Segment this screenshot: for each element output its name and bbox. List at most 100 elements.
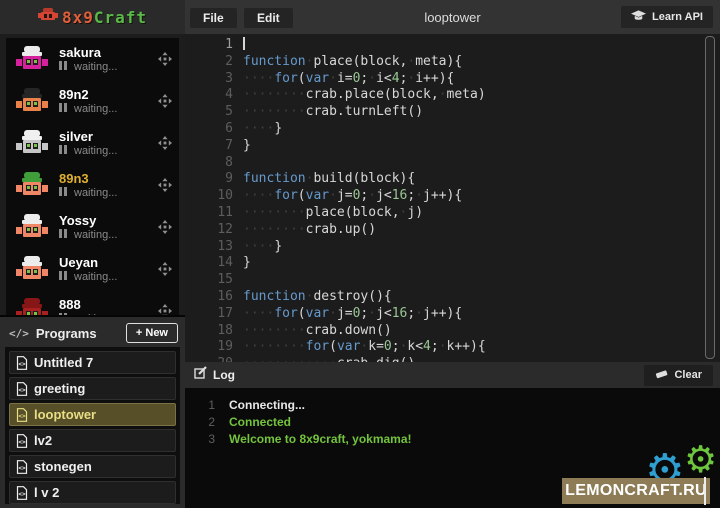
file-menu-button[interactable]: File <box>190 8 237 28</box>
line-number: 18 <box>185 323 233 340</box>
player-row[interactable]: 89n2waiting... <box>6 80 179 122</box>
programs-title: Programs <box>36 326 126 341</box>
move-arrows-icon[interactable] <box>157 136 173 150</box>
line-number-gutter: 1234567891011121314151617181920 <box>185 37 233 362</box>
player-name: 888 <box>59 297 157 312</box>
code-token: ········ <box>243 323 306 338</box>
move-arrows-icon[interactable] <box>157 304 173 315</box>
code-line[interactable]: } <box>243 138 702 155</box>
code-line[interactable]: ····} <box>243 121 702 138</box>
player-row[interactable]: 888waiting... <box>6 290 179 315</box>
move-arrows-icon[interactable] <box>157 94 173 108</box>
log-entry-number: 2 <box>185 414 215 431</box>
log-title: Log <box>213 368 644 382</box>
pause-icon <box>59 61 69 74</box>
code-token: ( <box>329 339 337 354</box>
line-number: 4 <box>185 87 233 104</box>
code-line[interactable]: ········for(var·k=0;·k<4;·k++){ <box>243 339 702 356</box>
player-row[interactable]: 89n3waiting... <box>6 164 179 206</box>
code-token: for <box>274 306 297 321</box>
player-row[interactable]: silverwaiting... <box>6 122 179 164</box>
new-program-button[interactable]: + New <box>126 323 178 343</box>
code-line[interactable]: ········crab.up() <box>243 222 702 239</box>
file-code-icon: <> <box>16 460 28 474</box>
edit-menu-button[interactable]: Edit <box>244 8 293 28</box>
code-line[interactable]: function·build(block){ <box>243 171 702 188</box>
code-line[interactable]: ········crab.turnLeft() <box>243 104 702 121</box>
code-editor[interactable]: 1234567891011121314151617181920 function… <box>185 34 720 362</box>
player-row[interactable]: Ueyanwaiting... <box>6 248 179 290</box>
code-token: ; <box>431 339 439 354</box>
editor-scrollbar[interactable] <box>705 36 715 359</box>
code-line[interactable]: ····} <box>243 239 702 256</box>
code-content[interactable]: function·place(block,·meta){····for(var·… <box>243 37 702 362</box>
code-line[interactable] <box>243 37 702 54</box>
graduation-cap-icon <box>631 10 646 25</box>
code-token: ···· <box>243 188 274 203</box>
line-number: 8 <box>185 155 233 172</box>
code-token: ········ <box>243 339 306 354</box>
program-item-label: greeting <box>34 381 85 396</box>
code-line[interactable]: ········crab.down() <box>243 323 702 340</box>
program-item[interactable]: <> l v 2 <box>9 481 176 504</box>
svg-text:<>: <> <box>18 491 26 498</box>
code-line[interactable]: ····for(var·j=0;·j<16;·j++){ <box>243 188 702 205</box>
crab-avatar-icon <box>14 86 50 116</box>
code-line[interactable]: ········place(block,·j) <box>243 205 702 222</box>
code-line[interactable]: function·place(block,·meta){ <box>243 54 702 71</box>
clear-log-button[interactable]: Clear <box>644 365 713 386</box>
code-token: ········ <box>243 87 306 102</box>
code-token: ···· <box>243 71 274 86</box>
code-line[interactable] <box>243 272 702 289</box>
learn-api-button[interactable]: Learn API <box>621 6 713 28</box>
code-token: var <box>306 71 329 86</box>
code-line[interactable]: } <box>243 255 702 272</box>
log-entry: 3Welcome to 8x9craft, yokmama! <box>185 431 720 448</box>
gear-icon-green: ⚙ <box>684 441 717 478</box>
move-arrows-icon[interactable] <box>157 262 173 276</box>
code-token: ···· <box>243 239 274 254</box>
code-token: · <box>329 188 337 203</box>
pause-icon <box>59 145 69 158</box>
program-item[interactable]: <>looptower <box>9 403 176 426</box>
text-cursor <box>243 37 245 50</box>
code-token: function <box>243 171 306 186</box>
code-token: ···· <box>243 121 274 136</box>
file-code-icon: <> <box>16 408 28 422</box>
program-item[interactable]: <>lv2 <box>9 429 176 452</box>
code-line[interactable]: ····for(var·i=0;·i<4;·i++){ <box>243 71 702 88</box>
program-item[interactable]: <>Untitled 7 <box>9 351 176 374</box>
code-token: · <box>329 71 337 86</box>
code-token: i= <box>337 71 353 86</box>
watermark-banner: LEMONCRAFT.RU <box>562 478 710 504</box>
code-token: crab.place(block, <box>306 87 439 102</box>
program-item[interactable]: <>stonegen <box>9 455 176 478</box>
code-token: } <box>243 138 251 153</box>
player-row[interactable]: Yossywaiting... <box>6 206 179 248</box>
line-number: 7 <box>185 138 233 155</box>
program-item-label: l v 2 <box>34 485 59 500</box>
move-arrows-icon[interactable] <box>157 178 173 192</box>
player-info: sakurawaiting... <box>59 45 157 74</box>
code-token: · <box>439 87 447 102</box>
code-line[interactable]: ········crab.place(block,·meta) <box>243 87 702 104</box>
player-row[interactable]: sakurawaiting... <box>6 38 179 80</box>
code-line[interactable]: ····for(var·j=0;·j<16;·j++){ <box>243 306 702 323</box>
move-arrows-icon[interactable] <box>157 52 173 66</box>
line-number: 13 <box>185 239 233 256</box>
crab-avatar-icon <box>14 296 50 315</box>
svg-text:<>: <> <box>18 413 26 420</box>
code-token: k++){ <box>447 339 486 354</box>
log-header: Log Clear <box>185 362 720 388</box>
code-token: ( <box>298 188 306 203</box>
move-arrows-icon[interactable] <box>157 220 173 234</box>
code-token: crab.turnLeft() <box>306 104 423 119</box>
code-token: function <box>243 289 306 304</box>
page-scrollbar[interactable] <box>704 477 706 505</box>
code-line[interactable]: function·destroy(){ <box>243 289 702 306</box>
line-number: 15 <box>185 272 233 289</box>
player-status: waiting... <box>59 103 157 116</box>
program-item[interactable]: <>greeting <box>9 377 176 400</box>
code-token: ········ <box>243 205 306 220</box>
code-line[interactable] <box>243 155 702 172</box>
